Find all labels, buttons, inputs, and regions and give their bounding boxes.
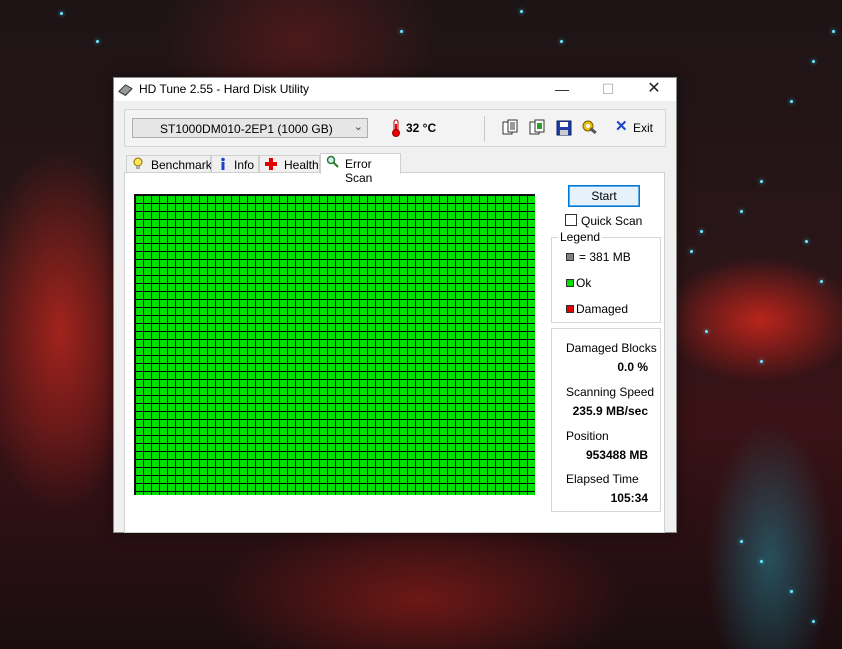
legend-label: Damaged — [576, 302, 629, 316]
drive-select[interactable]: ST1000DM010-2EP1 (1000 GB) ⌄ — [132, 118, 368, 138]
benchmark-icon — [133, 157, 143, 169]
legend-title: Legend — [558, 230, 603, 244]
legend-label: = 381 MB — [579, 250, 631, 264]
toolbar-divider — [484, 116, 485, 142]
title-bar[interactable]: HD Tune 2.55 - Hard Disk Utility — ☐ ✕ — [114, 78, 676, 101]
legend-label: Ok — [576, 276, 592, 290]
checkbox-box[interactable] — [565, 214, 577, 226]
error-scan-panel: Start Quick Scan Legend = 381 MB Ok Dama… — [124, 172, 665, 533]
hard-disk-icon — [118, 84, 133, 97]
scan-block-map — [134, 194, 535, 495]
copy-screenshot-icon[interactable] — [528, 119, 546, 137]
info-icon — [221, 157, 225, 170]
damaged-blocks-value: 0.0 % — [617, 360, 648, 374]
save-icon[interactable] — [555, 119, 573, 137]
health-icon — [265, 158, 277, 170]
tab-label: Info — [234, 158, 255, 172]
position-value: 953488 MB — [585, 448, 648, 462]
legend-swatch — [566, 279, 574, 287]
position-label: Position — [566, 429, 609, 443]
scan-block-grid — [135, 195, 535, 495]
legend-swatch — [566, 253, 574, 261]
magnifier-icon — [326, 155, 339, 168]
tab-benchmark[interactable]: Benchmark — [126, 155, 212, 173]
legend-swatch — [566, 305, 574, 313]
options-icon[interactable] — [581, 119, 599, 137]
scan-stats-group: Damaged Blocks 0.0 % Scanning Speed 235.… — [551, 328, 661, 512]
elapsed-time-value: 105:34 — [610, 491, 648, 505]
temperature-value: 32 °C — [406, 121, 437, 135]
minimize-button[interactable]: — — [539, 78, 585, 101]
tab-label: Benchmark — [151, 158, 212, 172]
tab-info[interactable]: Info — [211, 155, 259, 173]
drive-select-value: ST1000DM010-2EP1 (1000 GB) — [160, 122, 333, 136]
tab-error-scan[interactable]: Error Scan — [320, 153, 401, 185]
tab-health[interactable]: Health — [259, 155, 320, 173]
thermometer-icon — [392, 119, 400, 137]
chevron-down-icon: ⌄ — [353, 121, 363, 133]
elapsed-time-label: Elapsed Time — [566, 472, 639, 486]
quick-scan-label: Quick Scan — [581, 214, 643, 228]
legend-group: Legend = 381 MB Ok Damaged — [551, 230, 661, 323]
toolbar: ST1000DM010-2EP1 (1000 GB) ⌄ 32 °C ✕ Exi… — [124, 109, 666, 147]
exit-label: Exit — [633, 121, 654, 135]
tab-label: Health — [284, 158, 319, 172]
exit-icon: ✕ — [615, 118, 628, 135]
start-button[interactable]: Start — [568, 185, 640, 207]
damaged-blocks-label: Damaged Blocks — [566, 341, 657, 355]
scanning-speed-value: 235.9 MB/sec — [572, 404, 648, 418]
window-title: HD Tune 2.55 - Hard Disk Utility — [139, 82, 310, 96]
tab-label: Error Scan — [345, 157, 373, 185]
close-button[interactable]: ✕ — [631, 78, 677, 101]
maximize-button[interactable]: ☐ — [585, 78, 631, 101]
copy-text-icon[interactable] — [501, 119, 519, 137]
scanning-speed-label: Scanning Speed — [566, 385, 655, 399]
app-window: HD Tune 2.55 - Hard Disk Utility — ☐ ✕ S… — [113, 77, 677, 533]
